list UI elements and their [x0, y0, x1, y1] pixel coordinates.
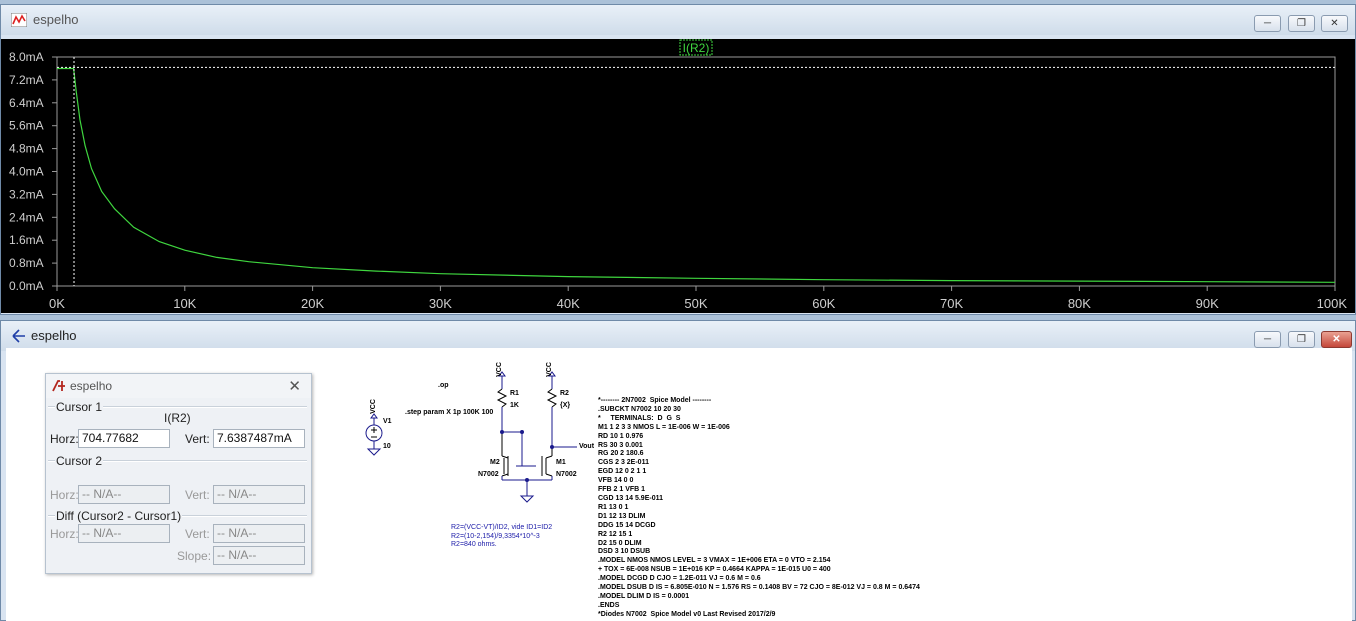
diff-horz-label: Horz:: [50, 527, 79, 541]
cursor2-group-label: Cursor 2: [55, 454, 104, 468]
diff-group-label: Diff (Cursor2 - Cursor1): [55, 509, 183, 523]
cursor1-vert-field[interactable]: 7.6387487mA: [213, 429, 305, 448]
cursor-dialog: espelho ✕ Cursor 1 I(R2) Horz: 704.77682…: [45, 373, 312, 574]
slope-label: Slope:: [177, 549, 212, 563]
diff-vert-label: Vert:: [185, 527, 210, 541]
v1-value: 10: [383, 443, 391, 450]
r1-value: 1K: [510, 402, 519, 409]
cursor2-horz-label: Horz:: [50, 488, 79, 502]
cursor2-vert-field: -- N/A--: [213, 485, 305, 504]
ltspice-icon: [52, 380, 65, 392]
vcc-label-r1: VCC: [495, 362, 503, 377]
m1-label: M1: [556, 459, 566, 466]
cursor1-group-label: Cursor 1: [55, 400, 104, 414]
cursor1-trace: I(R2): [164, 411, 191, 425]
v1-label: V1: [383, 418, 392, 425]
cursor-dialog-title: espelho: [70, 379, 113, 393]
diff-vert-field: -- N/A--: [213, 524, 305, 543]
r2-label: R2: [560, 390, 569, 397]
cursor1-horz-field[interactable]: 704.77682: [78, 429, 170, 448]
m2-label: M2: [490, 459, 500, 466]
close-icon[interactable]: ✕: [288, 377, 301, 395]
slope-field: -- N/A--: [213, 546, 305, 565]
spice-model-text[interactable]: *-------- 2N7002 Spice Model -------- .S…: [598, 397, 920, 620]
cursor-dialog-titlebar[interactable]: espelho ✕: [46, 374, 311, 398]
m2-model: N7002: [478, 471, 499, 478]
op-directive[interactable]: .op: [438, 382, 449, 389]
vcc-label-v1: VCC: [369, 399, 377, 414]
cursor1-horz-label: Horz:: [50, 432, 79, 446]
diff-horz-field: -- N/A--: [78, 524, 170, 543]
vcc-label-r2: VCC: [545, 362, 553, 377]
m1-model: N7002: [556, 471, 577, 478]
step-directive[interactable]: .step param X 1p 100K 100: [405, 409, 493, 416]
cursor2-horz-field: -- N/A--: [78, 485, 170, 504]
cursor2-vert-label: Vert:: [185, 488, 210, 502]
cursor1-vert-label: Vert:: [185, 432, 210, 446]
r2-value: {X}: [560, 402, 571, 409]
vout-label: Vout: [579, 443, 595, 450]
r1-label: R1: [510, 390, 519, 397]
design-comment[interactable]: R2=(VCC-VT)/ID2, vide ID1=ID2 R2=(10-2,1…: [451, 524, 552, 550]
